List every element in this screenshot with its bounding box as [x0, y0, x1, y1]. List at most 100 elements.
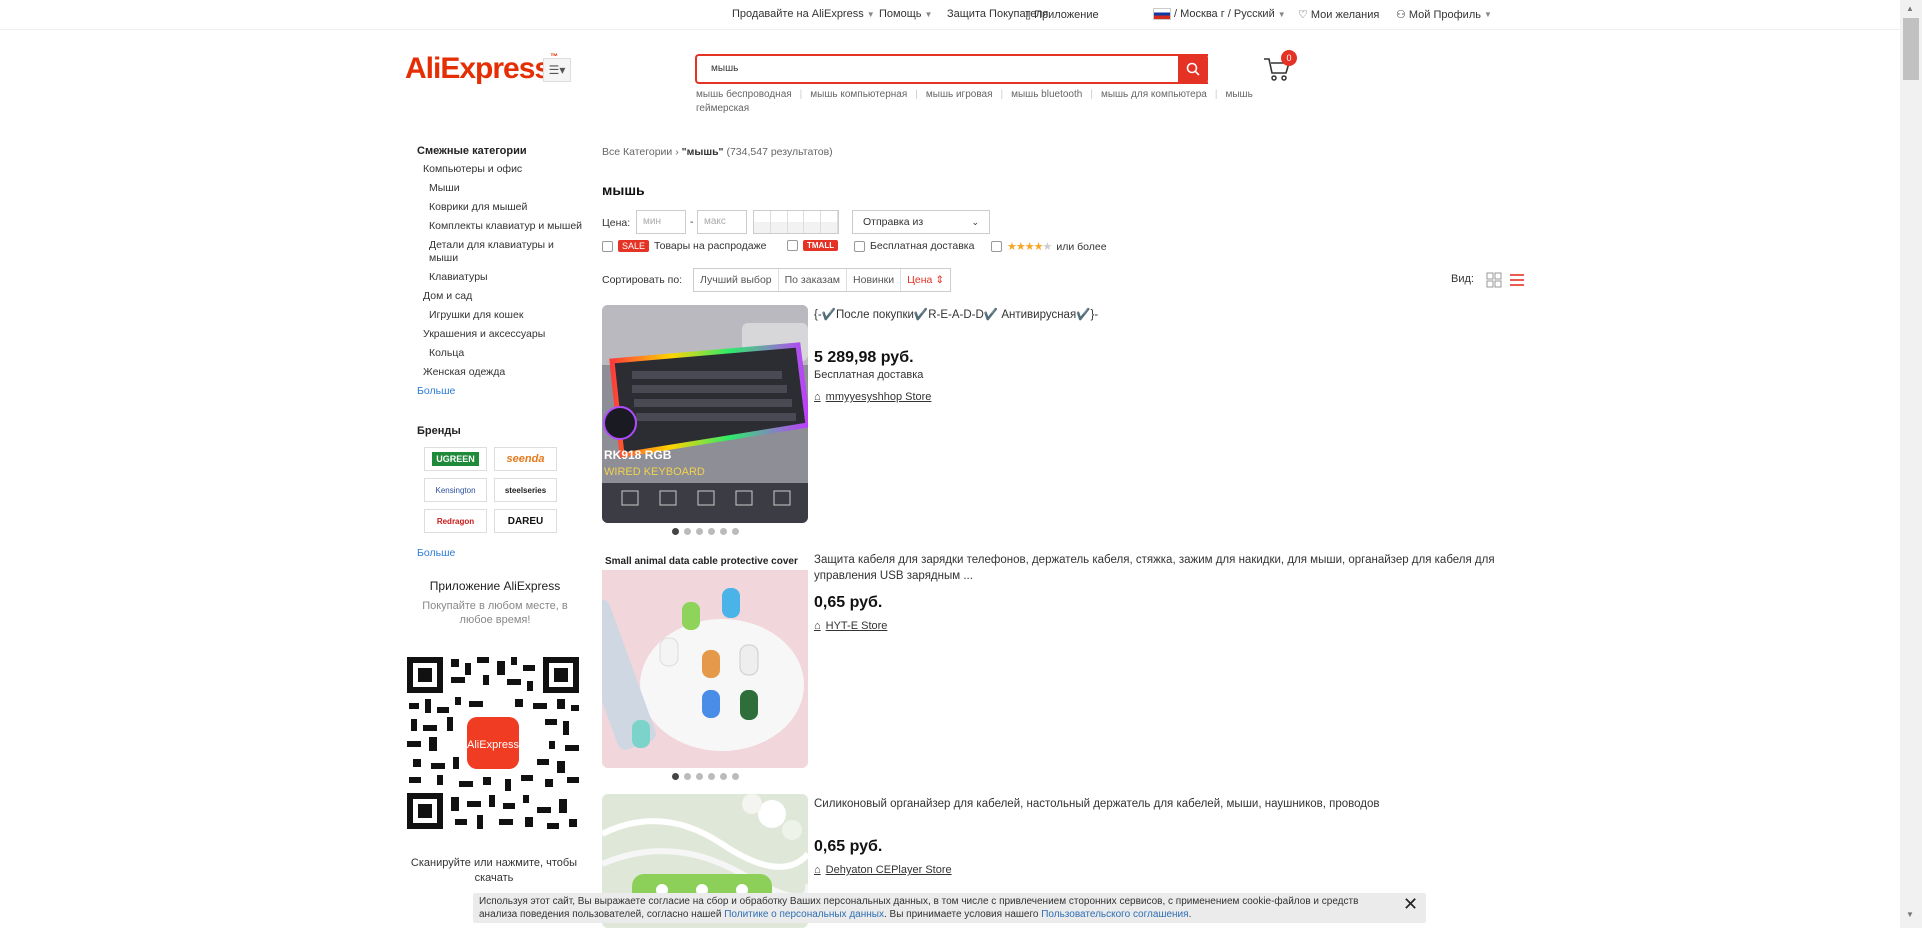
preset-segment[interactable]: [821, 211, 838, 233]
cable-protector-photo: Small animal data cable protective cover: [602, 550, 808, 768]
product-title[interactable]: {-✔️После покупки✔️R-E-A-D-D✔️ Антивирус…: [814, 307, 1534, 323]
carousel-dot[interactable]: [696, 528, 703, 535]
brand-steelseries[interactable]: steelseries: [494, 478, 557, 502]
rating-filter[interactable]: ★★★★★ или более: [991, 240, 1107, 253]
category-item[interactable]: Женская одежда: [405, 366, 585, 379]
store-link[interactable]: ⌂ Dehyaton CEPlayer Store: [814, 864, 952, 876]
privacy-policy-link[interactable]: Политике о персональных данных: [724, 909, 884, 920]
price-min-input[interactable]: мин: [636, 210, 686, 234]
heart-icon: ♡: [1298, 9, 1308, 21]
brand-redragon[interactable]: Redragon: [424, 509, 487, 533]
checkbox[interactable]: [854, 240, 865, 252]
aliexpress-logo[interactable]: AliExpress™: [405, 52, 558, 86]
top-bar: Продавайте на AliExpress ▼ Помощь ▼ Защита…: [0, 0, 1900, 30]
scroll-down-arrow-icon[interactable]: ▼: [1906, 910, 1914, 919]
brand-kensington[interactable]: Kensington: [424, 478, 487, 502]
more-categories-link[interactable]: Больше: [417, 385, 585, 397]
brand-ugreen[interactable]: UGREEN: [424, 447, 487, 471]
image-carousel-dots[interactable]: [672, 773, 739, 780]
carousel-dot[interactable]: [720, 528, 727, 535]
app-qr-code[interactable]: AliExpress: [407, 657, 579, 829]
store-link[interactable]: ⌂ mmyyesyshhop Store: [814, 391, 931, 403]
carousel-dot[interactable]: [732, 773, 739, 780]
image-carousel-dots[interactable]: [672, 528, 739, 535]
sort-by-orders[interactable]: По заказам: [779, 269, 848, 291]
carousel-dot[interactable]: [708, 528, 715, 535]
category-item[interactable]: Дом и сад: [405, 290, 585, 303]
profile-link[interactable]: ⚇ Мой Профиль ▼: [1396, 8, 1492, 22]
store-name: Dehyaton CEPlayer Store: [825, 864, 952, 876]
more-brands-link[interactable]: Больше: [417, 547, 585, 559]
carousel-dot[interactable]: [684, 528, 691, 535]
preset-segment[interactable]: [787, 211, 805, 233]
carousel-dot[interactable]: [708, 773, 715, 780]
carousel-dot[interactable]: [696, 773, 703, 780]
tmall-filter[interactable]: TMALL: [787, 240, 839, 251]
category-item[interactable]: Игрушки для кошек: [405, 309, 585, 322]
help-link[interactable]: Помощь ▼: [879, 8, 932, 20]
product-image[interactable]: Small animal data cable protective cover: [602, 550, 808, 768]
grid-view-button[interactable]: [1486, 272, 1502, 293]
product-title[interactable]: Защита кабеля для зарядки телефонов, дер…: [814, 552, 1534, 584]
carousel-dot[interactable]: [672, 773, 679, 780]
category-menu-button[interactable]: ☰▾: [543, 58, 571, 82]
carousel-dot[interactable]: [732, 528, 739, 535]
separator: |: [799, 89, 803, 100]
preset-segment[interactable]: [804, 211, 822, 233]
category-item[interactable]: Клавиатуры: [405, 271, 585, 284]
suggestion-link[interactable]: мышь компьютерная: [810, 89, 907, 100]
carousel-dot[interactable]: [720, 773, 727, 780]
brand-seenda[interactable]: seenda: [494, 447, 557, 471]
suggestion-link[interactable]: мышь игровая: [926, 89, 993, 100]
menu-icon: ☰▾: [548, 63, 566, 77]
brand-dareu[interactable]: DAREU: [494, 509, 557, 533]
scrollbar[interactable]: [1900, 0, 1922, 928]
preset-segment[interactable]: [754, 211, 771, 233]
category-item[interactable]: Коврики для мышей: [405, 201, 585, 214]
product-image[interactable]: RK918 RGB WIRED KEYBOARD: [602, 305, 808, 523]
cart-count-badge: 0: [1281, 50, 1297, 66]
search-input[interactable]: мышь: [695, 54, 1208, 84]
checkbox[interactable]: [991, 241, 1002, 252]
category-item[interactable]: Компьютеры и офис: [405, 163, 585, 176]
preset-segment[interactable]: [770, 211, 788, 233]
user-agreement-link[interactable]: Пользовательского соглашения: [1041, 909, 1188, 920]
separator: |: [1214, 89, 1218, 100]
category-item[interactable]: Комплекты клавиатур и мышей: [405, 220, 585, 233]
list-view-button[interactable]: [1509, 272, 1525, 293]
checkbox[interactable]: [602, 240, 613, 252]
category-item[interactable]: Кольца: [405, 347, 585, 360]
price-max-input[interactable]: макс: [697, 210, 747, 234]
wishlist-link[interactable]: ♡ Мои желания: [1298, 8, 1379, 22]
carousel-dot[interactable]: [684, 773, 691, 780]
search-button[interactable]: [1178, 54, 1208, 84]
app-link[interactable]: ▯ Приложение: [1025, 8, 1099, 22]
category-item[interactable]: Украшения и аксессуары: [405, 328, 585, 341]
list-view-icon: [1510, 274, 1524, 286]
sort-newest[interactable]: Новинки: [847, 269, 902, 291]
suggestion-link[interactable]: мышь для компьютера: [1101, 89, 1207, 100]
suggestion-link[interactable]: мышь bluetooth: [1011, 89, 1082, 100]
region-label: / Москва г / Русский: [1174, 8, 1275, 20]
category-list: Компьютеры и офис Мыши Коврики для мышей…: [405, 163, 585, 379]
scroll-up-arrow-icon[interactable]: ▲: [1906, 4, 1914, 13]
category-item[interactable]: Мыши: [405, 182, 585, 195]
ship-from-select[interactable]: Отправка из ⌄: [852, 210, 990, 234]
free-shipping-filter[interactable]: Бесплатная доставка: [854, 240, 974, 252]
sell-link[interactable]: Продавайте на AliExpress ▼: [732, 8, 875, 20]
breadcrumb-all-categories[interactable]: Все Категории: [602, 146, 672, 158]
scrollbar-thumb[interactable]: [1903, 18, 1919, 80]
close-icon[interactable]: ✕: [1403, 894, 1418, 915]
category-item[interactable]: Детали для клавиатуры и мыши: [405, 239, 585, 265]
sort-best-match[interactable]: Лучший выбор: [694, 269, 779, 291]
sale-filter[interactable]: SALE Товары на распродаже: [602, 240, 767, 252]
product-title[interactable]: Силиконовый органайзер для кабелей, наст…: [814, 796, 1534, 812]
price-range-presets[interactable]: [753, 210, 839, 234]
suggestion-link[interactable]: мышь беспроводная: [696, 89, 792, 100]
carousel-dot[interactable]: [672, 528, 679, 535]
separator: |: [1000, 89, 1004, 100]
store-link[interactable]: ⌂ HYT-E Store: [814, 620, 887, 632]
sort-price[interactable]: Цена ⇕: [901, 269, 950, 291]
region-selector[interactable]: / Москва г / Русский ▼: [1153, 8, 1286, 20]
checkbox[interactable]: [787, 240, 798, 251]
